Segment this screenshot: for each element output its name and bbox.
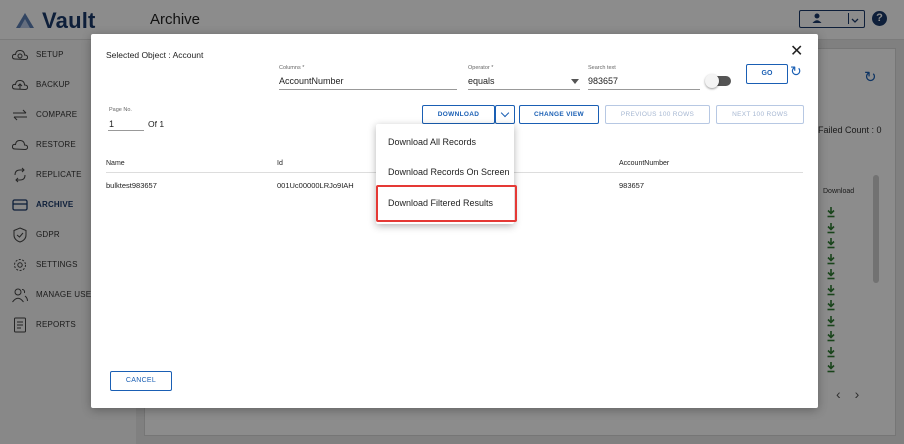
- page-no-input[interactable]: 1: [109, 119, 114, 129]
- columns-underline: [279, 89, 457, 90]
- go-button[interactable]: GO: [746, 64, 788, 84]
- caret-down-icon: [571, 79, 579, 84]
- download-options-menu: Download All Records Download Records On…: [376, 124, 517, 224]
- search-text-underline: [588, 89, 700, 90]
- table-cell-id: 001Uc00000LRJo9IAH: [277, 181, 354, 190]
- cancel-button[interactable]: CANCEL: [110, 371, 172, 391]
- operator-select[interactable]: equals: [468, 76, 495, 86]
- previous-rows-button[interactable]: PREVIOUS 100 ROWS: [605, 105, 710, 124]
- refresh-icon[interactable]: ↻: [790, 63, 802, 80]
- change-view-button[interactable]: CHANGE VIEW: [519, 105, 599, 124]
- download-button[interactable]: DOWNLOAD: [422, 105, 495, 124]
- table-cell-name: bulktest983657: [106, 181, 157, 190]
- columns-label: Columns *: [279, 65, 305, 71]
- table-header-id[interactable]: Id: [277, 160, 283, 167]
- table-header-name[interactable]: Name: [106, 160, 125, 167]
- selected-object-label: Selected Object : Account: [106, 50, 204, 60]
- filter-toggle[interactable]: [705, 74, 731, 88]
- operator-underline: [468, 89, 580, 90]
- table-header-account-number[interactable]: AccountNumber: [619, 160, 669, 167]
- highlight-box: [376, 185, 517, 222]
- toggle-knob: [705, 74, 719, 88]
- search-text-label: Search text: [588, 65, 616, 71]
- download-dropdown-toggle[interactable]: [495, 105, 515, 124]
- columns-select[interactable]: AccountNumber: [279, 76, 344, 86]
- operator-label: Operator *: [468, 65, 494, 71]
- page-no-label: Page No.: [109, 107, 132, 113]
- chevron-down-icon: [500, 108, 510, 118]
- table-cell-account-number: 983657: [619, 181, 645, 190]
- close-icon[interactable]: ✕: [790, 44, 803, 60]
- next-rows-button[interactable]: NEXT 100 ROWS: [716, 105, 804, 124]
- menu-item-download-all[interactable]: Download All Records: [388, 137, 476, 147]
- page-total-label: Of 1: [148, 119, 165, 129]
- menu-item-download-on-screen[interactable]: Download Records On Screen: [388, 167, 510, 177]
- page-no-underline: [108, 130, 144, 131]
- search-text-input[interactable]: 983657: [588, 76, 618, 86]
